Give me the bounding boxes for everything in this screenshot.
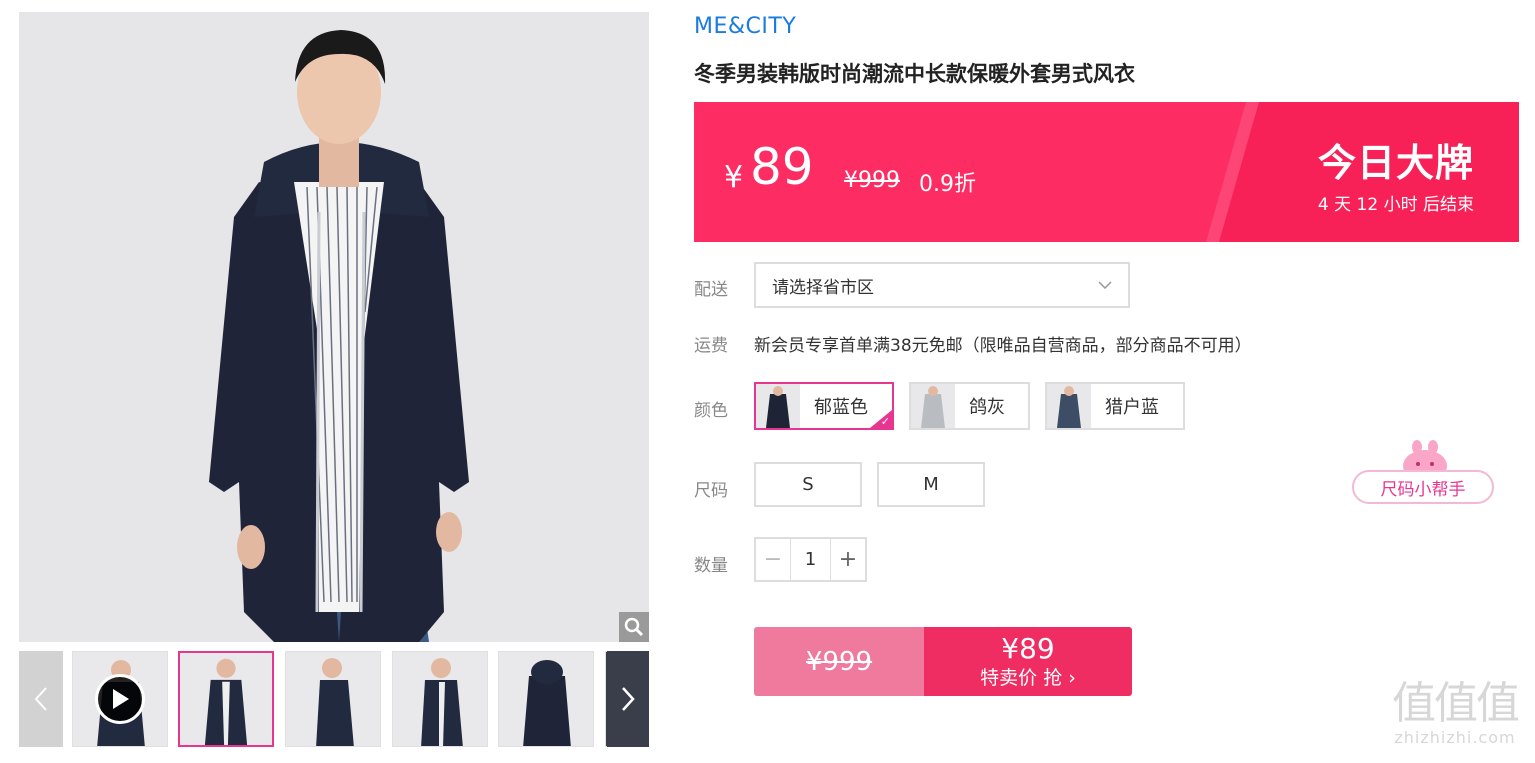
thumb-model-image <box>523 660 571 746</box>
quantity-decrease-button[interactable]: − <box>756 539 790 580</box>
currency-symbol: ¥ <box>724 160 744 195</box>
brand-link[interactable]: ME&CITY <box>694 14 796 39</box>
main-product-image[interactable] <box>19 12 649 642</box>
shipping-label: 运费 <box>694 336 728 356</box>
quantity-increase-button[interactable]: + <box>831 539 865 580</box>
size-helper-label: 尺码小帮手 <box>1352 470 1494 504</box>
quantity-label: 数量 <box>694 556 728 576</box>
buy-sale-section: ¥89 特卖价 抢 › <box>924 627 1132 696</box>
buy-sale-price: ¥89 <box>1001 631 1055 665</box>
delivery-label: 配送 <box>694 280 728 300</box>
price-banner: ¥ 89 ¥999 0.9折 今日大牌 4 天 12 小时 后结束 <box>694 102 1519 242</box>
color-label: 颜色 <box>694 401 728 421</box>
thumb-prev-button[interactable] <box>19 651 63 747</box>
color-option-orion-blue[interactable]: 猎户蓝 <box>1045 382 1185 430</box>
thumb-model-image <box>316 658 354 746</box>
color-option-label: 猎户蓝 <box>1105 397 1159 418</box>
region-select-value: 请选择省市区 <box>772 277 874 298</box>
color-swatch-image <box>1047 384 1091 428</box>
color-option-label: 鸽灰 <box>969 397 1005 418</box>
chevron-left-icon <box>34 687 47 711</box>
color-option-label: 郁蓝色 <box>814 397 868 418</box>
thumbnail-3[interactable] <box>392 651 488 747</box>
original-price: ¥999 <box>844 168 900 193</box>
sale-price: 89 <box>750 138 814 196</box>
shipping-info: 新会员专享首单满38元免邮（限唯品自营商品，部分商品不可用） <box>754 336 1252 356</box>
color-option-grey[interactable]: 鸽灰 <box>909 382 1030 430</box>
thumbnail-2[interactable] <box>285 651 381 747</box>
countdown-timer: 4 天 12 小时 后结束 <box>1317 195 1474 215</box>
thumbnail-4[interactable] <box>498 651 594 747</box>
region-select[interactable]: 请选择省市区 <box>754 262 1130 308</box>
selected-check-icon: ✓ <box>870 410 892 428</box>
model-coat-illustration <box>19 12 649 642</box>
thumb-next-button[interactable] <box>607 651 649 747</box>
zoom-button[interactable] <box>619 612 649 642</box>
thumb-model-image <box>421 658 463 746</box>
discount-rate: 0.9折 <box>919 172 976 197</box>
magnifier-icon <box>624 617 644 637</box>
chevron-down-icon <box>1098 281 1112 289</box>
buy-label: 特卖价 抢 › <box>980 666 1076 689</box>
color-swatch-image <box>911 384 955 428</box>
thumbnail-strip <box>19 651 649 747</box>
size-option-s[interactable]: S <box>754 462 862 507</box>
quantity-stepper: − 1 + <box>754 537 867 582</box>
watermark-logo: 值值值 <box>1392 678 1520 729</box>
buy-now-button[interactable]: ¥999 ¥89 特卖价 抢 › <box>754 627 1132 696</box>
size-helper-button[interactable]: 尺码小帮手 <box>1350 440 1498 510</box>
size-label: 尺码 <box>694 481 728 501</box>
color-option-navy[interactable]: 郁蓝色 ✓ <box>754 382 894 430</box>
color-swatch-image <box>756 384 800 428</box>
buy-original-price: ¥999 <box>754 627 924 696</box>
play-video-icon[interactable] <box>95 674 145 724</box>
product-title: 冬季男装韩版时尚潮流中长款保暖外套男式风衣 <box>694 62 1135 86</box>
chevron-right-icon <box>622 687 635 711</box>
thumbnail-video[interactable] <box>72 651 168 747</box>
size-option-m[interactable]: M <box>877 462 985 507</box>
thumbnail-1[interactable] <box>178 651 274 747</box>
watermark-url: zhizhizhi.com <box>1394 728 1516 747</box>
brand-day-tag: 今日大牌 <box>1317 141 1474 185</box>
thumb-model-image <box>204 658 248 745</box>
watermark: 值值值 zhizhizhi.com <box>1385 678 1525 748</box>
quantity-value[interactable]: 1 <box>790 539 831 580</box>
